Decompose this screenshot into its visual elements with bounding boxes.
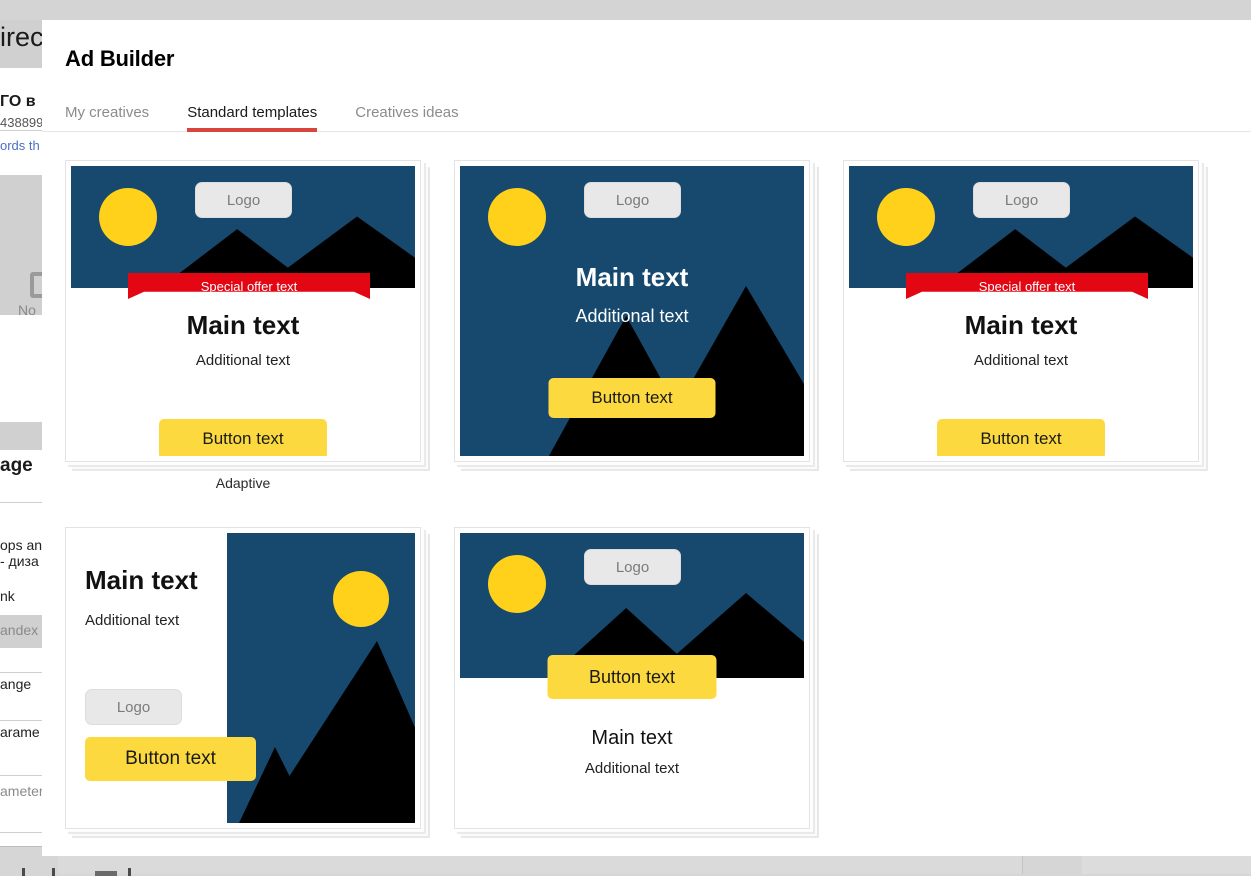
logo-placeholder: Logo bbox=[584, 182, 681, 218]
taskbar-mark bbox=[22, 868, 25, 876]
background-text: ords th bbox=[0, 138, 40, 153]
sun-icon bbox=[488, 188, 546, 246]
template-preview: Logo Special offer text Main text Additiona… bbox=[71, 166, 415, 456]
ad-builder-modal: Ad Builder My creatives Standard template… bbox=[42, 20, 1251, 856]
background-text: ameter bbox=[0, 783, 44, 799]
tab-standard-templates[interactable]: Standard templates bbox=[187, 105, 318, 132]
browser-top-bar bbox=[0, 0, 1251, 20]
additional-text: Additional text bbox=[575, 306, 689, 326]
sun-icon bbox=[877, 188, 935, 246]
logo-placeholder: Logo bbox=[195, 182, 292, 218]
template-preview: Logo Main text Additional text Button text bbox=[460, 166, 804, 456]
template-caption: Adaptive bbox=[215, 475, 271, 491]
template-cell: Logo Special offer text Main text Additiona… bbox=[843, 160, 1232, 491]
sun-icon bbox=[333, 571, 389, 627]
bg-divider bbox=[0, 502, 42, 503]
template-card-frame[interactable]: Main text Additional text Logo Button text bbox=[65, 527, 421, 829]
tab-creatives-ideas[interactable]: Creatives ideas bbox=[355, 105, 458, 132]
bg-divider bbox=[0, 775, 42, 776]
special-offer-ribbon: Special offer text bbox=[128, 273, 370, 299]
main-text: Main text bbox=[186, 310, 300, 340]
template-cell: Main text Additional text Logo Button text bbox=[65, 527, 454, 829]
main-text: Main text bbox=[85, 565, 198, 595]
additional-text: Additional text bbox=[973, 352, 1069, 369]
template-preview: Logo Special offer text Main text Additiona… bbox=[849, 166, 1193, 456]
template-card-split-left-text[interactable]: Main text Additional text Logo Button text bbox=[65, 527, 421, 829]
tab-my-creatives[interactable]: My creatives bbox=[65, 105, 149, 132]
main-text: Main text bbox=[964, 310, 1078, 340]
taskbar-mark bbox=[95, 871, 117, 876]
main-text: Main text bbox=[591, 727, 673, 749]
bg-divider bbox=[0, 130, 42, 131]
template-card-image-top-button-straddle[interactable]: Logo Button text Main text Additional text bbox=[454, 527, 810, 829]
background-text: arame bbox=[0, 724, 40, 740]
special-offer-ribbon: Special offer text bbox=[906, 273, 1148, 299]
bg-divider bbox=[0, 672, 42, 673]
sun-icon bbox=[488, 555, 546, 613]
cta-button[interactable]: Button text bbox=[159, 419, 327, 456]
template-cell: Logo Button text Main text Additional text bbox=[454, 527, 843, 829]
template-card-frame[interactable]: Logo Special offer text Main text Additiona… bbox=[843, 160, 1199, 462]
template-cell: Logo Main text Additional text Button text bbox=[454, 160, 843, 491]
template-card-ribbon-top-no-caption[interactable]: Logo Special offer text Main text Additiona… bbox=[843, 160, 1199, 462]
template-card-frame[interactable]: Logo Special offer text Main text Additiona… bbox=[65, 160, 421, 462]
template-image-scene bbox=[227, 533, 415, 823]
cta-button[interactable]: Button text bbox=[548, 378, 716, 418]
modal-header: Ad Builder My creatives Standard template… bbox=[42, 20, 1251, 132]
template-preview: Main text Additional text Logo Button text bbox=[71, 533, 415, 823]
template-grid: Logo Special offer text Main text Additiona… bbox=[42, 132, 1251, 856]
cta-button[interactable]: Button text bbox=[937, 419, 1105, 456]
logo-placeholder: Logo bbox=[584, 549, 681, 585]
logo-placeholder: Logo bbox=[973, 182, 1070, 218]
additional-text: Additional text bbox=[584, 760, 680, 777]
background-text: ГО в bbox=[0, 93, 36, 110]
template-card-frame[interactable]: Logo Button text Main text Additional text bbox=[454, 527, 810, 829]
page-title: Ad Builder bbox=[65, 46, 175, 71]
bg-divider bbox=[0, 832, 42, 833]
background-text: No bbox=[18, 302, 36, 318]
background-text: ange bbox=[0, 676, 32, 692]
taskbar-mark bbox=[128, 868, 131, 876]
logo-placeholder: Logo bbox=[85, 689, 182, 725]
main-text: Main text bbox=[575, 262, 689, 292]
tab-bar: My creatives Standard templates Creatives … bbox=[42, 93, 1251, 132]
template-card-adaptive-ribbon-top[interactable]: Logo Special offer text Main text Additiona… bbox=[65, 160, 421, 491]
additional-text: Additional text bbox=[85, 612, 180, 629]
template-cell: Logo Special offer text Main text Additiona… bbox=[65, 160, 454, 491]
cta-button[interactable]: Button text bbox=[85, 737, 256, 781]
background-text: ops an bbox=[0, 537, 43, 553]
template-card-frame[interactable]: Logo Main text Additional text Button text bbox=[454, 160, 810, 462]
cta-button[interactable]: Button text bbox=[547, 655, 717, 699]
page-root: irect ГО в 438899 ords th No age ops an - диза n… bbox=[0, 0, 1251, 876]
bg-divider bbox=[0, 720, 42, 721]
background-text: age bbox=[0, 455, 33, 476]
bg-band bbox=[0, 422, 42, 450]
mountain-silhouette-icon bbox=[227, 533, 415, 823]
template-card-full-image-overlay[interactable]: Logo Main text Additional text Button text bbox=[454, 160, 810, 462]
background-text: 438899 bbox=[0, 115, 44, 130]
taskbar-mark bbox=[52, 868, 55, 876]
additional-text: Additional text bbox=[195, 352, 291, 369]
sun-icon bbox=[99, 188, 157, 246]
background-text: andex bbox=[0, 622, 39, 638]
template-preview: Logo Button text Main text Additional text bbox=[460, 533, 804, 823]
background-text: nk bbox=[0, 588, 15, 604]
background-text: - диза bbox=[0, 553, 39, 569]
